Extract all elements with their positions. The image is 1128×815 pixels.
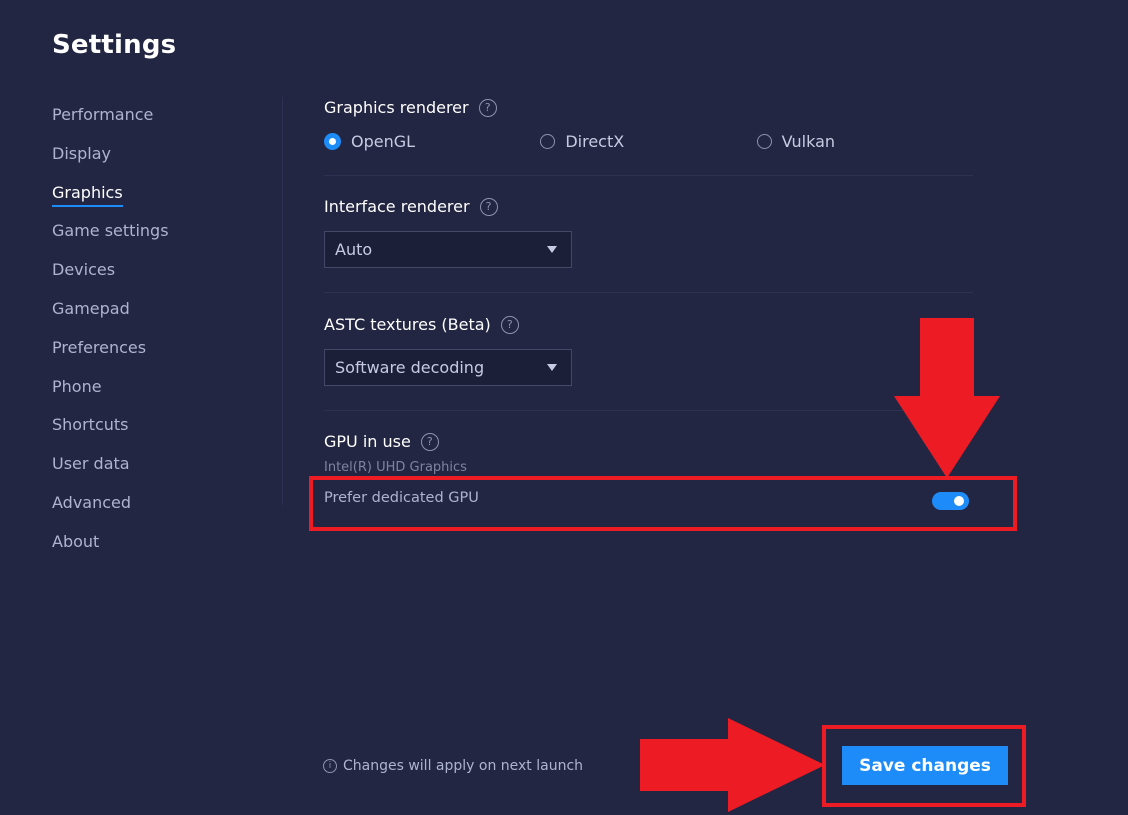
sidebar-item-gamepad[interactable]: Gamepad bbox=[52, 294, 272, 333]
sidebar-item-label: Devices bbox=[52, 260, 116, 280]
help-icon[interactable]: ? bbox=[478, 98, 497, 117]
interface-renderer-label: Interface renderer bbox=[324, 197, 470, 216]
radio-unchecked-icon bbox=[540, 134, 556, 149]
sidebar-item-preferences[interactable]: Preferences bbox=[52, 333, 272, 372]
sidebar-item-devices[interactable]: Devices bbox=[52, 255, 272, 294]
astc-textures-select[interactable]: Software decoding bbox=[324, 349, 572, 386]
info-icon: i bbox=[323, 759, 337, 773]
section-divider bbox=[324, 410, 973, 411]
save-changes-button[interactable]: Save changes bbox=[842, 746, 1008, 785]
gpu-name: Intel(R) UHD Graphics bbox=[324, 460, 467, 475]
caret-down-icon bbox=[547, 364, 557, 371]
highlight-box-gpu-toggle bbox=[309, 476, 1017, 531]
section-divider bbox=[324, 175, 973, 176]
gpu-in-use-label: GPU in use bbox=[324, 432, 411, 451]
restart-note: i Changes will apply on next launch bbox=[323, 758, 583, 774]
help-icon[interactable]: ? bbox=[420, 432, 439, 451]
section-divider bbox=[324, 292, 973, 293]
sidebar-item-label: Phone bbox=[52, 376, 102, 396]
astc-textures-section: ASTC textures (Beta) ? Software decoding bbox=[324, 315, 973, 386]
sidebar-item-label: Graphics bbox=[52, 181, 123, 207]
sidebar-item-phone[interactable]: Phone bbox=[52, 372, 272, 411]
radio-label: OpenGL bbox=[351, 132, 416, 151]
interface-renderer-section: Interface renderer ? Auto bbox=[324, 197, 973, 268]
radio-unchecked-icon bbox=[756, 134, 772, 149]
radio-label: DirectX bbox=[565, 132, 625, 151]
sidebar-item-advanced[interactable]: Advanced bbox=[52, 488, 272, 527]
graphics-renderer-radio-group: OpenGL DirectX Vulkan bbox=[324, 132, 973, 151]
graphics-renderer-section: Graphics renderer ? OpenGL DirectX Vulka… bbox=[324, 98, 973, 151]
sidebar-item-label: Game settings bbox=[52, 221, 169, 241]
sidebar-item-game-settings[interactable]: Game settings bbox=[52, 216, 272, 255]
sidebar-item-label: Preferences bbox=[52, 337, 147, 357]
astc-textures-label: ASTC textures (Beta) bbox=[324, 315, 491, 334]
sidebar-divider bbox=[282, 97, 283, 505]
restart-note-text: Changes will apply on next launch bbox=[343, 758, 584, 774]
radio-checked-icon bbox=[324, 133, 341, 150]
page-title: Settings bbox=[52, 30, 177, 60]
sidebar-item-user-data[interactable]: User data bbox=[52, 449, 272, 488]
sidebar-item-about[interactable]: About bbox=[52, 527, 272, 566]
sidebar-item-label: User data bbox=[52, 454, 130, 474]
sidebar-item-label: Advanced bbox=[52, 492, 132, 512]
select-value: Software decoding bbox=[335, 358, 485, 377]
right-arrow-annotation bbox=[640, 718, 825, 812]
caret-down-icon bbox=[547, 246, 557, 253]
sidebar-item-shortcuts[interactable]: Shortcuts bbox=[52, 410, 272, 449]
graphics-renderer-label: Graphics renderer bbox=[324, 98, 469, 117]
radio-directx[interactable]: DirectX bbox=[540, 132, 756, 151]
radio-label: Vulkan bbox=[781, 132, 836, 151]
sidebar-item-label: About bbox=[52, 531, 100, 551]
sidebar-nav: Performance Display Graphics Game settin… bbox=[52, 100, 272, 566]
sidebar-item-graphics[interactable]: Graphics bbox=[52, 178, 272, 217]
sidebar-item-performance[interactable]: Performance bbox=[52, 100, 272, 139]
sidebar-item-label: Gamepad bbox=[52, 298, 130, 318]
radio-vulkan[interactable]: Vulkan bbox=[756, 132, 973, 151]
interface-renderer-select[interactable]: Auto bbox=[324, 231, 572, 268]
sidebar-item-label: Display bbox=[52, 143, 111, 163]
gpu-section: GPU in use ? Intel(R) UHD Graphics bbox=[324, 432, 973, 475]
help-icon[interactable]: ? bbox=[479, 197, 498, 216]
radio-opengl[interactable]: OpenGL bbox=[324, 132, 540, 151]
sidebar-item-label: Performance bbox=[52, 105, 154, 124]
sidebar-item-label: Shortcuts bbox=[52, 415, 129, 435]
down-arrow-annotation bbox=[894, 318, 1000, 478]
sidebar-item-display[interactable]: Display bbox=[52, 139, 272, 178]
select-value: Auto bbox=[335, 240, 373, 259]
help-icon[interactable]: ? bbox=[500, 315, 519, 334]
